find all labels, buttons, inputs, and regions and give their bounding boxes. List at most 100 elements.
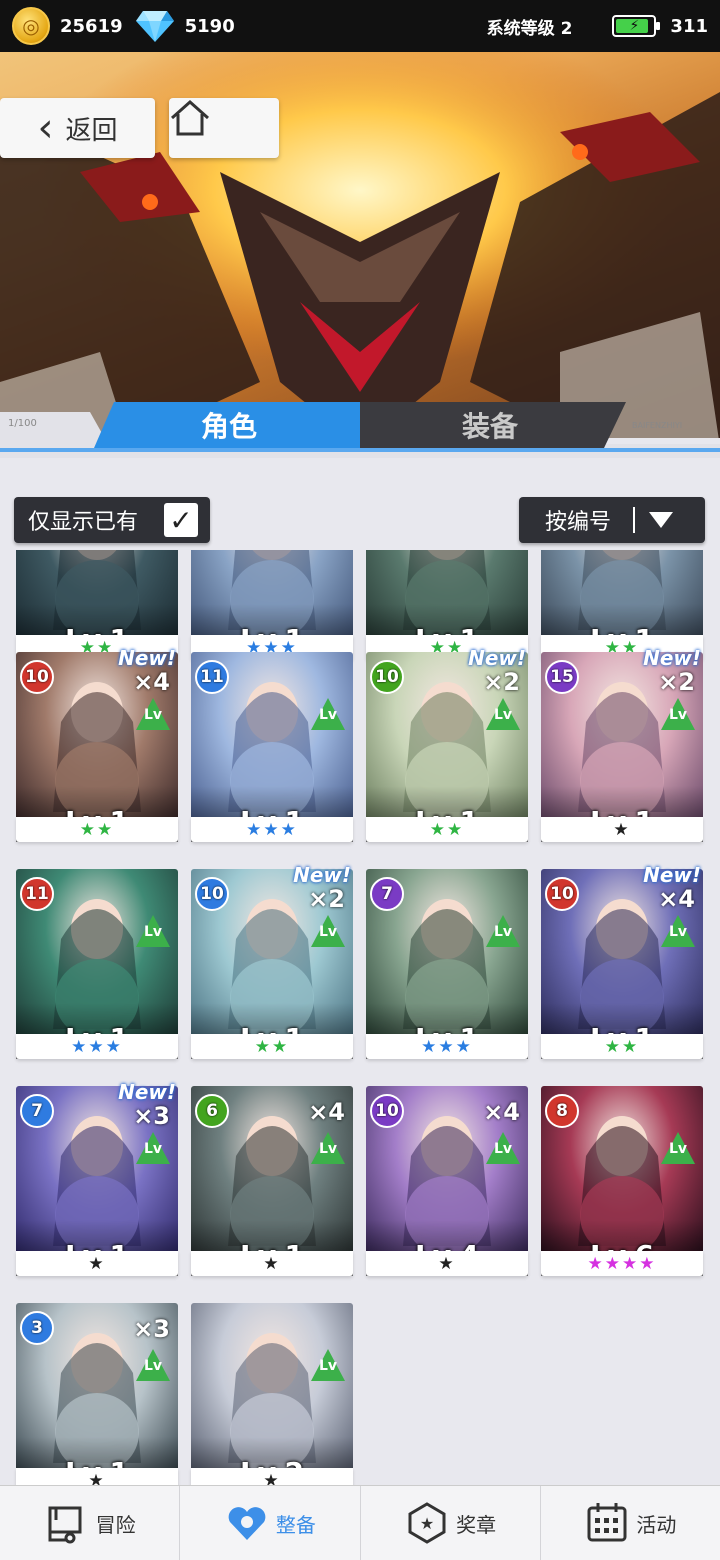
duplicate-count: ×4 [483,1098,520,1126]
duplicate-count: ×2 [308,885,345,913]
checkmark-icon: ✓ [169,503,193,537]
level-up-icon: Lv [136,915,170,947]
star-rating: ★★ [16,817,178,842]
rarity-badge: 11 [195,660,229,694]
level-up-icon: Lv [311,698,345,730]
medal-icon: ★ [408,1502,446,1544]
character-card[interactable]: 11LvLv.1★★★ [16,869,178,1059]
level-up-icon: Lv [311,1132,345,1164]
character-card[interactable]: 7LvLv.1★★★ [366,869,528,1059]
rarity-badge: 10 [20,660,54,694]
owned-only-checkbox[interactable]: ✓ [164,503,198,537]
duplicate-count: ×3 [133,1315,170,1343]
rarity-badge: 15 [545,660,579,694]
level-up-icon: Lv [661,915,695,947]
nav-adventure-label: 冒险 [95,1512,136,1537]
new-tag: New! [643,863,701,887]
gem-value: 5190 [184,15,235,37]
back-chevron-icon: ‹ [37,105,54,151]
nav-medals[interactable]: ★ 奖章 [361,1486,541,1560]
character-card[interactable]: 6×4LvLv.1★ [191,1086,353,1276]
character-card[interactable]: 11LvLv.1★★★ [191,652,353,842]
top-status-bar: ◎ 25619 5190 系统等级 2 ⚡ 311 [0,0,720,52]
home-icon [171,99,209,136]
sort-divider [633,507,636,533]
character-card[interactable]: 10New!×4LvLv.1★★ [541,863,703,1059]
character-card[interactable]: 10New!×2LvLv.1★★ [366,646,528,842]
rarity-badge: 10 [545,877,579,911]
tab-roles[interactable]: 角色 [98,402,360,448]
coin-icon: ◎ [12,7,50,45]
sort-dropdown[interactable]: 按编号 [519,497,705,543]
rarity-badge: 6 [195,1094,229,1128]
level-up-icon: Lv [136,1349,170,1381]
nav-preparation-label: 整备 [275,1512,316,1537]
rarity-badge: 11 [20,877,54,911]
star-rating: ★ [541,817,703,842]
character-card[interactable]: Lv.1★★ [366,550,528,660]
tab-equipment[interactable]: 装备 [360,402,620,448]
level-up-icon-label: Lv [318,1358,338,1374]
truck-icon [48,1506,82,1544]
new-tag: New! [118,1080,176,1104]
nav-preparation[interactable]: 整备 [180,1486,361,1560]
star-rating: ★★★★ [541,1251,703,1276]
duplicate-count: ×2 [658,668,695,696]
character-card[interactable]: 10×4LvLv.4★ [366,1086,528,1276]
back-label: 返回 [65,115,118,146]
new-tag: New! [468,646,526,670]
heart-gear-icon [228,1507,266,1540]
character-grid: Lv.1★★Lv.1★★★Lv.1★★Lv.1★★10New!×4LvLv.1★… [0,550,720,1485]
level-up-icon: Lv [486,698,520,730]
dropdown-arrow-icon [649,512,674,528]
home-button[interactable] [169,98,279,158]
duplicate-count: ×3 [133,1102,170,1130]
owned-only-label: 仅显示已有 [28,510,139,535]
rarity-badge: 7 [20,1094,54,1128]
level-up-icon-label: Lv [668,707,688,723]
level-up-icon-label: Lv [493,1141,513,1157]
character-card[interactable]: Lv.1★★ [16,550,178,660]
character-card[interactable]: Lv.1★★ [541,550,703,660]
star-rating: ★ [16,1251,178,1276]
star-rating: ★ [16,1468,178,1485]
character-card[interactable]: 3×3LvLv.1★ [16,1303,178,1485]
app-root: ◎ 25619 5190 系统等级 2 ⚡ 311 ‹ 返回 1/100 BAI… [0,0,720,1560]
svg-text:1/100: 1/100 [8,418,37,429]
level-up-icon: Lv [136,698,170,730]
new-tag: New! [118,646,176,670]
level-up-icon: Lv [486,915,520,947]
star-rating: ★★★ [16,1034,178,1059]
nav-events[interactable]: 活动 [541,1486,720,1560]
new-tag: New! [293,863,351,887]
star-rating: ★★ [366,817,528,842]
character-card[interactable]: Lv.1★★★ [191,550,353,660]
hero-banner: ‹ 返回 [0,52,720,447]
character-card[interactable]: 10New!×4LvLv.1★★ [16,646,178,842]
energy-battery-icon: ⚡ [612,15,661,37]
star-rating: ★★★ [191,817,353,842]
level-up-icon-label: Lv [143,707,163,723]
level-up-icon-label: Lv [493,707,513,723]
tab-bar: 1/100 BAIFENZHIYI 角色 装备 [0,398,720,458]
owned-only-filter[interactable]: 仅显示已有 ✓ [14,497,210,543]
level-up-icon: Lv [311,915,345,947]
system-level: 系统等级 2 [486,18,573,39]
star-rating: ★ [191,1251,353,1276]
character-card[interactable]: 10New!×2LvLv.1★★ [191,863,353,1059]
character-card[interactable]: LvLv.2★ [191,1303,353,1485]
svg-text:BAIFENZHIYI: BAIFENZHIYI [632,421,682,430]
character-card[interactable]: 8LvLv.6★★★★ [541,1086,703,1276]
character-card[interactable]: 7New!×3LvLv.1★ [16,1080,178,1276]
sort-label: 按编号 [545,510,612,535]
coin-value: 25619 [60,15,123,37]
rarity-badge: 10 [370,1094,404,1128]
rarity-badge: 8 [545,1094,579,1128]
rarity-badge: 7 [370,877,404,911]
nav-adventure[interactable]: 冒险 [0,1486,181,1560]
character-card[interactable]: 15New!×2LvLv.1★ [541,646,703,842]
nav-medals-label: 奖章 [456,1512,497,1537]
energy-value: 311 [670,15,708,37]
level-up-icon-label: Lv [668,1141,688,1157]
back-button[interactable]: ‹ 返回 [0,98,155,158]
